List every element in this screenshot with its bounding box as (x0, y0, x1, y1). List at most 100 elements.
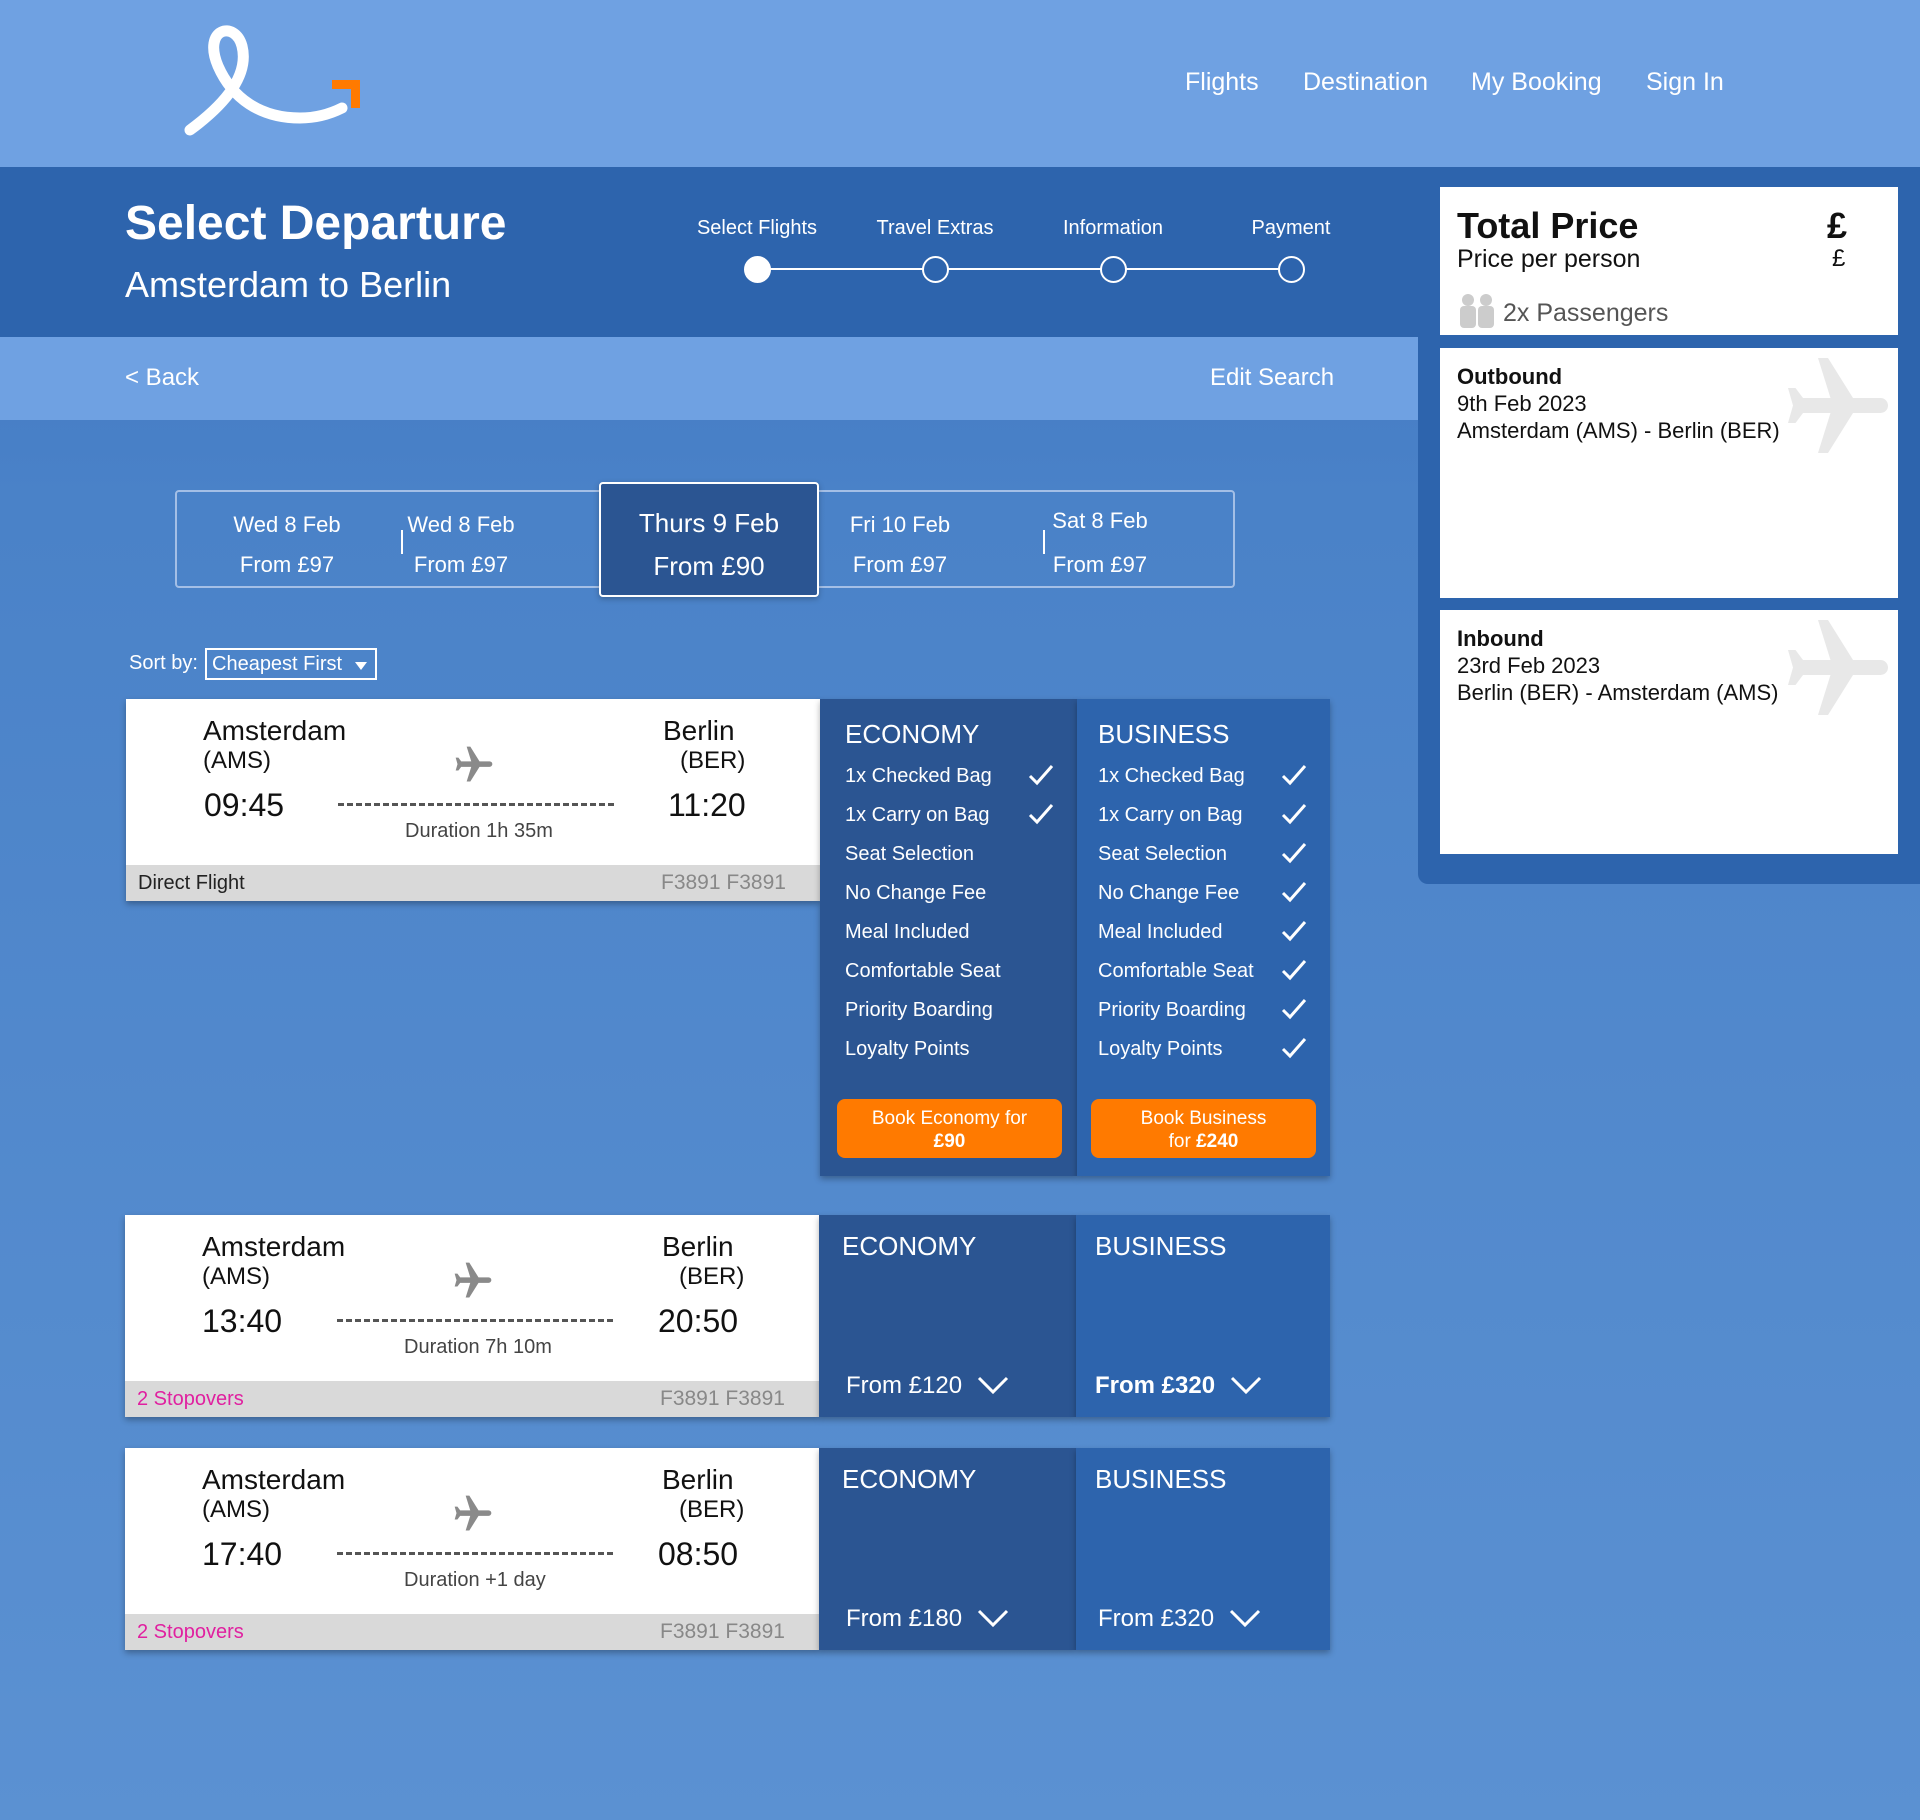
economy-price-toggle[interactable]: From £180 (846, 1605, 1009, 1633)
destination-city: Berlin (662, 1464, 734, 1495)
date-day: Sat 8 Feb (1052, 508, 1148, 533)
fare-feature: 1x Carry on Bag (845, 804, 990, 826)
date-option-selected[interactable]: Thurs 9 Feb From £90 (599, 482, 819, 597)
flight-card[interactable]: Amsterdam (AMS) 17:40 Duration +1 day Be… (125, 1448, 819, 1650)
business-price: From £320 (1095, 1372, 1216, 1399)
checkmark-icon (1281, 960, 1307, 981)
flight-info-bar: Direct Flight F3891 F3891 (126, 865, 820, 901)
date-price: From £97 (239, 552, 335, 577)
economy-fare-panel[interactable]: ECONOMY From £120 (819, 1215, 1076, 1417)
airplane-icon (455, 746, 493, 782)
date-option[interactable]: Fri 10 Feb From £97 (835, 492, 965, 586)
route-line (337, 1552, 613, 1555)
book-economy-label: Book Economy for (871, 1108, 1028, 1129)
stopover-info: Direct Flight (138, 872, 245, 894)
date-divider (401, 530, 403, 554)
route-line (338, 803, 614, 806)
economy-price: From £120 (846, 1372, 963, 1399)
book-economy-button[interactable]: Book Economy for £90 (837, 1099, 1062, 1158)
date-option[interactable]: Wed 8 Feb From £97 (222, 492, 352, 586)
date-price: From £97 (413, 552, 509, 577)
flight-numbers: F3891 F3891 (660, 1620, 785, 1643)
total-price-value: £ (1827, 205, 1848, 246)
step-label-travel-extras: Travel Extras (876, 217, 994, 239)
chevron-down-icon (1229, 1609, 1260, 1628)
sort-value: Cheapest First (212, 653, 343, 675)
fare-heading: ECONOMY (845, 719, 980, 749)
flight-card[interactable]: Amsterdam (AMS) 13:40 Duration 7h 10m Be… (125, 1215, 819, 1417)
checkmark-icon (1281, 999, 1307, 1020)
economy-fare-panel[interactable]: ECONOMY From £180 (819, 1448, 1076, 1650)
fare-feature: Loyalty Points (1098, 1038, 1223, 1060)
fare-heading: ECONOMY (842, 1231, 977, 1261)
fare-feature: 1x Carry on Bag (1098, 804, 1243, 826)
passenger-count: 2x Passengers (1503, 299, 1669, 327)
step-dot-active (744, 256, 771, 283)
flight-numbers: F3891 F3891 (660, 1387, 785, 1410)
date-divider (1043, 530, 1045, 554)
arrival-time: 20:50 (658, 1303, 739, 1339)
business-fare-panel[interactable]: BUSINESS From £320 (1076, 1448, 1330, 1650)
business-fare-panel[interactable]: BUSINESS From £320 (1076, 1215, 1330, 1417)
destination-code: (BER) (679, 1496, 745, 1523)
stopover-info[interactable]: 2 Stopovers (137, 1388, 244, 1411)
fare-heading: BUSINESS (1095, 1464, 1227, 1494)
fare-feature: Comfortable Seat (1098, 960, 1254, 982)
brand-logo[interactable] (180, 18, 380, 148)
page-title: Select Departure (125, 197, 507, 250)
total-price-title: Total Price (1457, 205, 1639, 246)
back-link[interactable]: < Back (125, 364, 199, 392)
step-dot (1278, 256, 1305, 283)
inbound-route: Berlin (BER) - Amsterdam (AMS) (1457, 680, 1779, 705)
sort-label: Sort by: (129, 652, 198, 674)
step-label-information: Information (1062, 217, 1164, 239)
fare-feature: Seat Selection (1098, 843, 1227, 865)
nav-flights[interactable]: Flights (1185, 68, 1259, 97)
sort-dropdown[interactable]: Cheapest First (205, 648, 377, 680)
checkmark-icon (1028, 765, 1054, 786)
origin-city: Amsterdam (202, 1231, 346, 1262)
date-option[interactable]: Wed 8 Feb From £97 (396, 492, 526, 586)
page-header (0, 167, 1418, 337)
business-price-toggle[interactable]: From £320 (1098, 1605, 1261, 1633)
origin-code: (AMS) (203, 747, 271, 774)
book-business-label: Book Business (1140, 1108, 1267, 1129)
fare-heading: BUSINESS (1095, 1231, 1227, 1261)
departure-time: 09:45 (204, 787, 285, 823)
book-business-for: for (1168, 1131, 1197, 1152)
business-price-toggle[interactable]: From £320 (1095, 1372, 1262, 1400)
checkmark-icon (1028, 804, 1054, 825)
fare-feature: Loyalty Points (845, 1038, 970, 1060)
route-line (337, 1319, 613, 1322)
top-nav: Flights Destination My Booking Sign In (0, 0, 1920, 167)
origin-city: Amsterdam (202, 1464, 346, 1495)
date-day: Wed 8 Feb (233, 512, 341, 537)
step-dot (922, 256, 949, 283)
book-business-button[interactable]: Book Business for £240 (1091, 1099, 1316, 1158)
checkmark-icon (1281, 804, 1307, 825)
origin-city: Amsterdam (203, 715, 347, 746)
nav-my-booking[interactable]: My Booking (1471, 68, 1602, 97)
airplane-icon (454, 1495, 492, 1531)
date-day: Fri 10 Feb (849, 512, 951, 537)
nav-sign-in[interactable]: Sign In (1646, 68, 1724, 97)
passengers-icon (1460, 294, 1494, 328)
economy-price-toggle[interactable]: From £120 (846, 1372, 1009, 1400)
flight-duration: Duration 7h 10m (404, 1336, 552, 1358)
outbound-route: Amsterdam (AMS) - Berlin (BER) (1457, 418, 1780, 443)
edit-search-link[interactable]: Edit Search (1210, 364, 1334, 392)
caret-down-icon (355, 662, 367, 670)
chevron-down-icon (977, 1376, 1008, 1395)
nav-destination[interactable]: Destination (1303, 68, 1428, 97)
departure-time: 13:40 (202, 1303, 283, 1339)
date-option[interactable]: Sat 8 Feb From £97 (1035, 492, 1165, 586)
flight-card[interactable]: Amsterdam (AMS) 09:45 Duration 1h 35m Be… (126, 699, 820, 901)
airplane-icon (454, 1262, 492, 1298)
business-fare-panel: BUSINESS 1x Checked Bag 1x Carry on Bag Se… (1077, 699, 1330, 1176)
route-subtitle: Amsterdam to Berlin (125, 264, 452, 305)
outbound-date: 9th Feb 2023 (1457, 391, 1587, 416)
stopover-info[interactable]: 2 Stopovers (137, 1621, 244, 1644)
flight-info-bar: 2 Stopovers F3891 F3891 (125, 1614, 819, 1650)
economy-price: From £180 (846, 1605, 963, 1632)
checkmark-icon (1281, 921, 1307, 942)
